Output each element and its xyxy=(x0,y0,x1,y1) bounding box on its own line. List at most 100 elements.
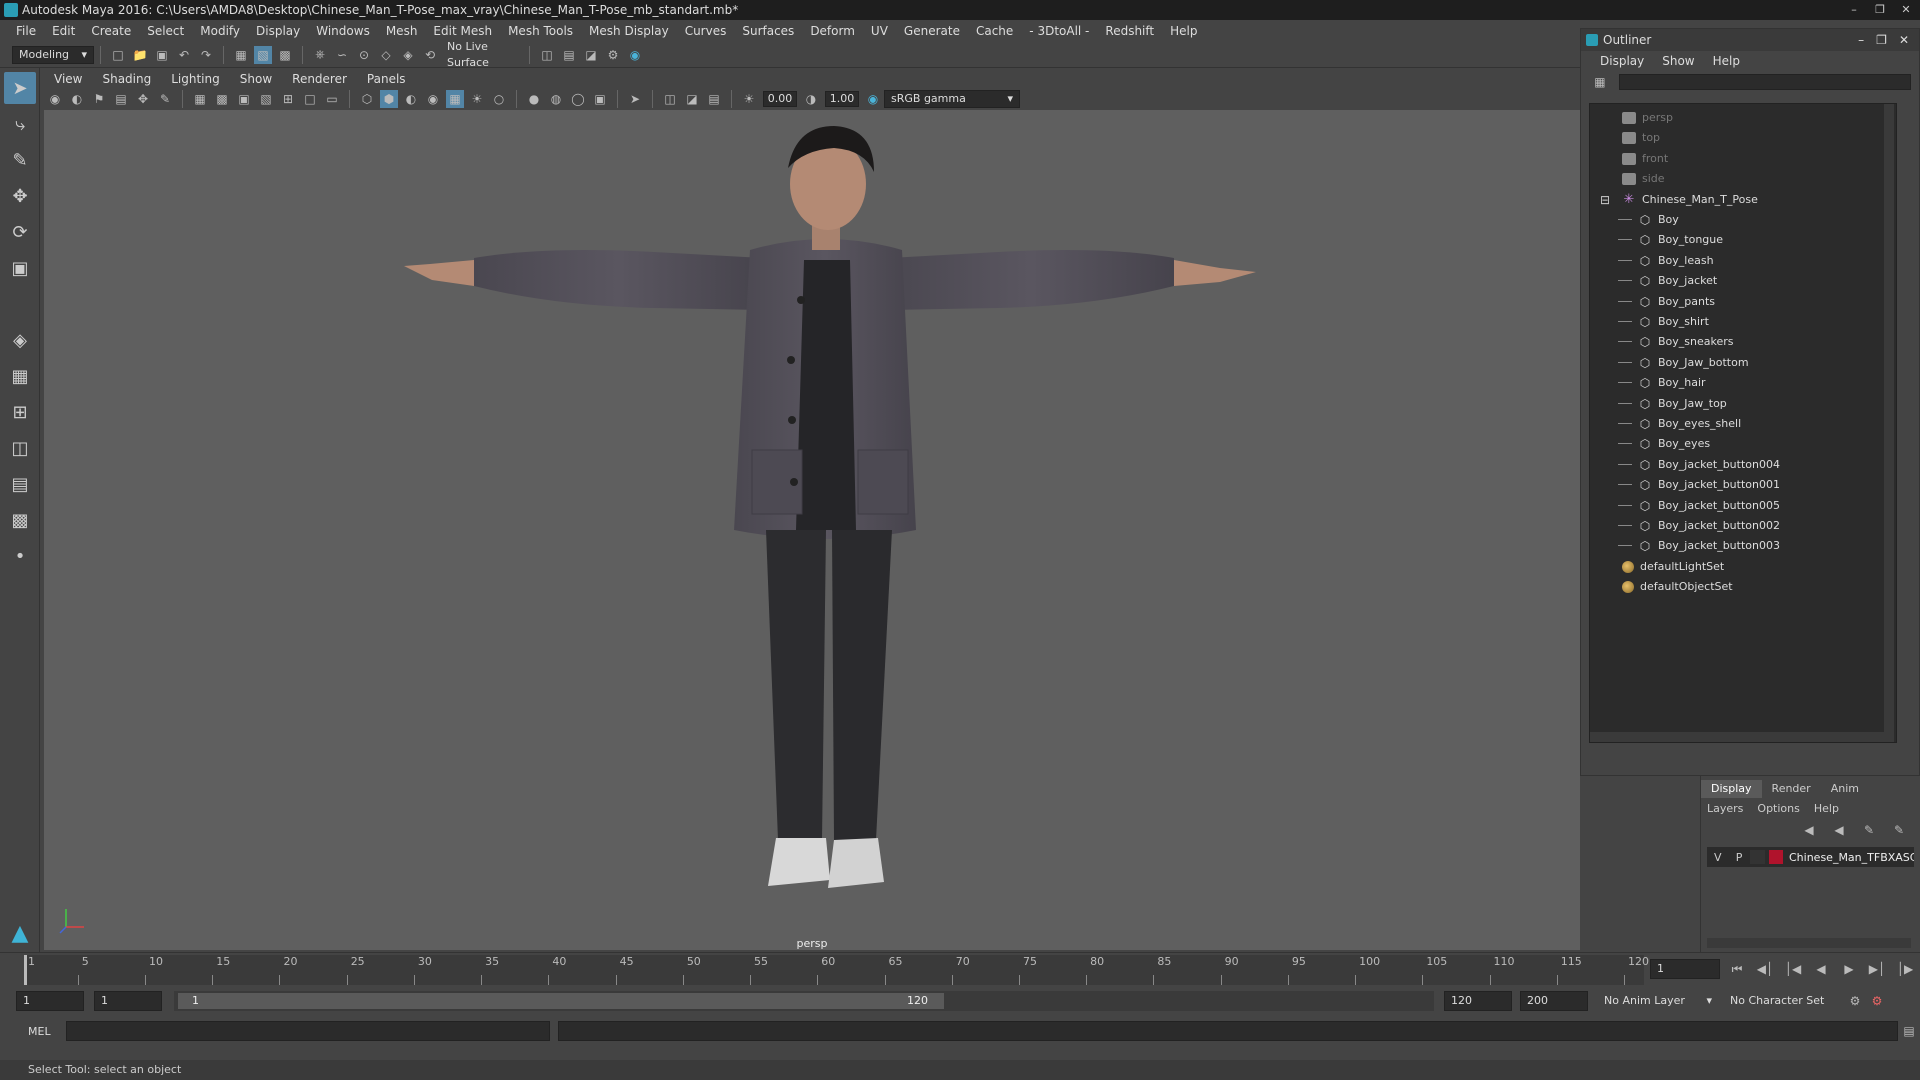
outliner-item[interactable]: ⬡ Boy_pants xyxy=(1618,292,1715,312)
layer-horizontal-scrollbar[interactable] xyxy=(1707,938,1911,948)
four-pane-layout-icon[interactable]: ⊞ xyxy=(4,396,36,428)
new-layer-icon[interactable]: ✎ xyxy=(1860,821,1878,839)
playback-start-field[interactable]: 1 xyxy=(94,991,162,1011)
single-pane-layout-icon[interactable]: ▦ xyxy=(4,360,36,392)
minimize-icon[interactable]: – xyxy=(1858,29,1864,51)
snap-grid-icon[interactable]: ⎈ xyxy=(311,46,329,64)
panel-menu-lighting[interactable]: Lighting xyxy=(161,72,230,86)
new-scene-icon[interactable]: □ xyxy=(109,46,127,64)
layer-menu-options[interactable]: Options xyxy=(1757,802,1799,815)
isolate-select-icon[interactable]: ➤ xyxy=(626,90,644,108)
menu-select[interactable]: Select xyxy=(139,20,192,42)
menu-set-dropdown[interactable]: Modeling ▾ xyxy=(12,45,94,64)
minimize-icon[interactable]: – xyxy=(1846,3,1862,17)
redo-icon[interactable]: ↷ xyxy=(197,46,215,64)
wireframe-icon[interactable]: ⬡ xyxy=(358,90,376,108)
end-time-field[interactable]: 200 xyxy=(1520,991,1588,1011)
bookmark-icon[interactable]: ⚑ xyxy=(90,90,108,108)
layer-playback-toggle[interactable]: P xyxy=(1728,851,1749,864)
paint-select-icon[interactable]: ✎ xyxy=(4,144,36,176)
outliner-layout-icon[interactable]: ▤ xyxy=(4,468,36,500)
outliner-item[interactable]: front xyxy=(1622,149,1668,169)
outliner-menu-help[interactable]: Help xyxy=(1704,54,1749,68)
outliner-item[interactable]: ⬡ Boy_leash xyxy=(1618,251,1714,271)
vertical-scrollbar[interactable] xyxy=(1884,104,1894,742)
outliner-item[interactable]: persp xyxy=(1622,108,1673,128)
menu-windows[interactable]: Windows xyxy=(308,20,378,42)
outliner-menu-show[interactable]: Show xyxy=(1653,54,1703,68)
outliner-item[interactable]: ⬡ Boy xyxy=(1618,210,1679,230)
lasso-tool-icon[interactable]: ⤷ xyxy=(4,108,36,140)
resolution-gate-icon[interactable]: ▣ xyxy=(235,90,253,108)
menu-modify[interactable]: Modify xyxy=(192,20,248,42)
undo-icon[interactable]: ↶ xyxy=(175,46,193,64)
select-object-icon[interactable]: ▧ xyxy=(254,45,272,64)
play-forward-icon[interactable]: ▶ xyxy=(1840,960,1858,978)
close-icon[interactable]: ✕ xyxy=(1898,3,1914,17)
layer-row[interactable]: V P Chinese_Man_TFBXASC xyxy=(1707,847,1914,867)
outliner-item[interactable]: ⬡ Boy_jacket_button003 xyxy=(1618,536,1780,556)
outliner-item[interactable]: ⬡ Boy_Jaw_top xyxy=(1618,394,1727,414)
hud-icon[interactable]: ▤ xyxy=(705,90,723,108)
current-frame-field[interactable]: 1 xyxy=(1650,959,1720,979)
scale-tool-icon[interactable]: ▣ xyxy=(4,252,36,284)
anim-layer-dropdown[interactable]: No Anim Layer ▾ xyxy=(1598,992,1718,1010)
outliner-item[interactable]: side xyxy=(1622,169,1665,189)
snap-curve-icon[interactable]: ∽ xyxy=(333,46,351,64)
camera-select-icon[interactable]: ◉ xyxy=(46,90,64,108)
new-layer-from-selection-icon[interactable]: ✎ xyxy=(1890,821,1908,839)
outliner-item[interactable]: defaultLightSet xyxy=(1622,557,1724,577)
gamma-icon[interactable]: ◑ xyxy=(802,90,820,108)
make-live-icon[interactable]: ⟲ xyxy=(421,46,439,64)
two-pane-layout-icon[interactable]: ◫ xyxy=(4,432,36,464)
graph-layout-icon[interactable]: ▩ xyxy=(4,504,36,536)
ipr-render-icon[interactable]: ◪ xyxy=(582,46,600,64)
character-set-dropdown[interactable]: No Character Set xyxy=(1724,992,1844,1010)
command-language-label[interactable]: MEL xyxy=(0,1025,60,1038)
default-lighting-icon[interactable]: ◐ xyxy=(402,90,420,108)
outliner-item[interactable]: ⬡ Boy_jacket_button004 xyxy=(1618,455,1780,475)
color-space-dropdown[interactable]: sRGB gamma ▾ xyxy=(884,90,1020,108)
render-settings-icon[interactable]: ⚙ xyxy=(604,46,622,64)
layer-type-toggle[interactable] xyxy=(1749,850,1766,864)
outliner-item[interactable]: ⬡ Boy_shirt xyxy=(1618,312,1709,332)
move-layer-up-icon[interactable]: ◀ xyxy=(1800,821,1818,839)
field-chart-icon[interactable]: ⊞ xyxy=(279,90,297,108)
perspective-viewport[interactable]: persp xyxy=(44,110,1580,950)
select-hierarchy-icon[interactable]: ▦ xyxy=(232,46,250,64)
outliner-item[interactable]: ⬡ Boy_jacket xyxy=(1618,271,1717,291)
motion-blur-icon[interactable]: ◍ xyxy=(547,90,565,108)
exposure-field[interactable]: 0.00 xyxy=(763,91,797,107)
outliner-item[interactable]: ⬡ Boy_eyes xyxy=(1618,434,1710,454)
step-forward-frame-icon[interactable]: ▶│ xyxy=(1868,960,1886,978)
layer-menu-layers[interactable]: Layers xyxy=(1707,802,1743,815)
menu-cache[interactable]: Cache xyxy=(968,20,1021,42)
ambient-occlusion-icon[interactable]: ● xyxy=(525,90,543,108)
exposure-icon[interactable]: ☀ xyxy=(740,90,758,108)
open-scene-icon[interactable]: 📁 xyxy=(131,46,149,64)
smooth-shade-icon[interactable]: ⬢ xyxy=(380,90,398,108)
horizontal-scrollbar[interactable] xyxy=(1590,732,1886,742)
render-frame-icon[interactable]: ▤ xyxy=(560,46,578,64)
outliner-item[interactable]: ⬡ Boy_hair xyxy=(1618,373,1706,393)
textured-icon[interactable]: ◉ xyxy=(424,90,442,108)
character-model[interactable] xyxy=(44,110,1580,950)
script-editor-icon[interactable]: ▤ xyxy=(1900,1022,1918,1040)
outliner-item[interactable]: ⬡ Boy_tongue xyxy=(1618,230,1723,250)
xray-joints-icon[interactable]: ◫ xyxy=(661,90,679,108)
soft-select-icon[interactable]: ◈ xyxy=(4,324,36,356)
menu-create[interactable]: Create xyxy=(83,20,139,42)
tab-display[interactable]: Display xyxy=(1701,780,1762,798)
playback-end-field[interactable]: 120 xyxy=(1444,991,1512,1011)
menu-uv[interactable]: UV xyxy=(863,20,896,42)
layout-options-icon[interactable]: • xyxy=(4,540,36,572)
film-gate-icon[interactable]: ▩ xyxy=(213,90,231,108)
panel-menu-panels[interactable]: Panels xyxy=(357,72,416,86)
tab-render[interactable]: Render xyxy=(1762,780,1821,798)
menu-surfaces[interactable]: Surfaces xyxy=(734,20,802,42)
depth-of-field-icon[interactable]: ▣ xyxy=(591,90,609,108)
grease-pencil-icon[interactable]: ✎ xyxy=(156,90,174,108)
grid-toggle-icon[interactable]: ▦ xyxy=(191,90,209,108)
outliner-item[interactable]: ⬡ Boy_jacket_button001 xyxy=(1618,475,1780,495)
restore-icon[interactable]: ❐ xyxy=(1876,29,1887,51)
